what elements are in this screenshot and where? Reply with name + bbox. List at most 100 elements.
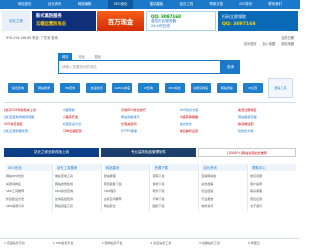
column-link[interactable]: CMS程序 xyxy=(104,188,150,196)
column-link[interactable]: 建站教程 xyxy=(104,173,150,181)
column-link[interactable]: 外链建设方法 xyxy=(6,196,52,204)
column-link[interactable]: 关键词排名 xyxy=(6,181,52,189)
news-row: [热]云服务器优惠 CDN加速配置 HTTPS部署 域名解析设置 防攻击方案 xyxy=(0,128,300,133)
search-button[interactable]: 查询 xyxy=(221,60,240,74)
news-link[interactable]: ASO优化方案 xyxy=(180,107,238,112)
news-link[interactable]: 移动端适配 xyxy=(238,121,296,126)
column-link[interactable]: 域名查询工具 xyxy=(55,173,101,181)
promo-banner-3[interactable]: [10000+]网站资源站长推荐 xyxy=(198,148,296,157)
column-title[interactable]: 站长工具推荐 xyxy=(54,164,101,171)
nav-item[interactable]: 联系我们 xyxy=(268,0,282,9)
column-link[interactable]: 源码下载 xyxy=(152,173,198,181)
nav-item[interactable]: SEO优化 xyxy=(107,0,134,9)
search-input[interactable]: 请输入您要查询的域名 xyxy=(58,60,221,74)
column-link[interactable]: 互联网动态 xyxy=(201,173,247,181)
tool-button[interactable]: IP查询 xyxy=(138,83,159,93)
column-link[interactable]: 软件下载 xyxy=(152,188,198,196)
tool-button[interactable]: IP反查 xyxy=(242,83,263,93)
ad-banner-2[interactable]: 百万现金 xyxy=(97,11,144,31)
nav-item[interactable]: 网络编辑 xyxy=(78,0,92,9)
column-link[interactable]: 友情链接检测 xyxy=(55,196,101,204)
news-link[interactable]: 长尾关键词 xyxy=(121,121,179,126)
column-link[interactable]: SEO工具推荐 xyxy=(6,188,52,196)
quick-link[interactable]: 设为首页 xyxy=(244,41,257,46)
more-tools-button[interactable]: 更多工具 xyxy=(268,78,293,98)
column-title[interactable]: 帮助中心 xyxy=(250,164,296,171)
tool-button[interactable]: PR查询 xyxy=(60,83,81,93)
ranking-item[interactable]: 3 搜狗站长平台 xyxy=(102,241,150,248)
column-link[interactable]: 主机空间推荐 xyxy=(104,196,150,204)
tool-button[interactable]: ALEXA排名 xyxy=(112,83,133,93)
ranking-item[interactable]: 4 必应站长工具 xyxy=(150,241,198,248)
column-link[interactable]: 网页模板下载 xyxy=(104,181,150,189)
news-link[interactable]: 免费注册域名 xyxy=(238,107,296,112)
tool-button[interactable]: 友链检测 xyxy=(86,83,107,93)
column-title[interactable]: 站长资讯 xyxy=(201,164,248,171)
nav-item[interactable]: 站长工具 xyxy=(180,0,194,9)
column-link[interactable]: 站长故事 xyxy=(201,181,247,189)
news-link[interactable]: 网站改版技巧 xyxy=(121,114,179,119)
ranking-item[interactable]: 5 谷歌站长工具 xyxy=(199,241,247,248)
tool-button[interactable]: 综合查询 xyxy=(8,83,29,93)
news-link[interactable]: CDN加速配置 xyxy=(63,128,121,133)
nav-item[interactable]: 网站首页 xyxy=(18,0,32,9)
ranking-item[interactable]: 2 360站长平台 xyxy=(53,241,101,248)
search-tab[interactable]: 网站 xyxy=(58,53,73,60)
news-link[interactable]: 小程序开发 xyxy=(63,114,121,119)
news-link[interactable]: 站内优化 xyxy=(180,121,238,126)
tool-button[interactable]: 网站测速 xyxy=(216,83,237,93)
column-link[interactable]: 意见反馈 xyxy=(250,196,296,204)
tool-button[interactable]: 关键词排名 xyxy=(190,83,211,93)
column-link[interactable]: 关于我们 xyxy=(250,203,296,211)
news-link[interactable]: SEO常见误区 xyxy=(4,121,62,126)
column-link[interactable]: SEO综合查询 xyxy=(55,188,101,196)
column-title[interactable]: 网站建设 xyxy=(103,164,150,171)
tool-button[interactable]: 网站收录 xyxy=(34,83,55,93)
news-link[interactable]: [热]云服务器优惠 xyxy=(4,128,62,133)
column-link[interactable]: 图标下载 xyxy=(152,203,198,211)
nav-item[interactable]: 帮助文档 xyxy=(209,0,223,9)
promo-banner-2[interactable]: 专业高效免费管理软件 xyxy=(101,148,196,157)
column-link[interactable]: 行业报告 xyxy=(201,196,247,204)
news-link[interactable]: [新]百度收录规则调整 xyxy=(4,114,62,119)
news-link[interactable]: 外链建设方法 xyxy=(63,121,121,126)
column-link[interactable]: 网站收录检测 xyxy=(55,181,101,189)
column-link[interactable]: 字体下载 xyxy=(152,196,198,204)
column-link[interactable]: 素材下载 xyxy=(152,181,198,189)
nav-item[interactable]: 站长资讯 xyxy=(48,0,62,9)
column-title[interactable]: 资源下载 xyxy=(152,164,199,171)
tool-button[interactable]: SEO综合 xyxy=(164,83,185,93)
quick-links: 设为首页 加入收藏 网站地图 xyxy=(244,41,294,46)
search-tab[interactable]: 站长 xyxy=(91,53,105,60)
news-link[interactable]: 内容更新 xyxy=(63,107,121,112)
ad-banner-3[interactable]: QQ: 3097168 高性价比服务器 24小时在线 xyxy=(146,11,216,31)
nav-item[interactable]: 建站模板 xyxy=(150,0,164,9)
column-link[interactable]: 常见问题 xyxy=(250,173,296,181)
news-link[interactable]: HTTPS部署 xyxy=(121,128,179,133)
ad-banner-1[interactable]: 新式高防服务 云端运营防攻击 xyxy=(32,11,96,31)
news-link[interactable]: 网站备案流程 xyxy=(238,114,296,119)
news-link[interactable]: 防攻击方案 xyxy=(238,128,296,133)
news-link[interactable]: 内容营销策略 xyxy=(180,114,238,119)
column-link[interactable]: 网站安全 xyxy=(104,203,150,211)
column-link[interactable]: 网站测速工具 xyxy=(55,203,101,211)
nav-item[interactable]: IDC快讯 xyxy=(239,0,252,9)
column-link[interactable]: SEO案例分享 xyxy=(6,203,52,211)
news-link[interactable]: 域名解析设置 xyxy=(180,128,238,133)
column-link[interactable]: 用户指南 xyxy=(250,181,296,189)
promo-banner-1[interactable]: 站长之家全新改版上线 xyxy=(4,148,99,157)
site-logo[interactable]: 站长之家 xyxy=(2,11,30,31)
search-tab[interactable]: 行业 xyxy=(74,53,88,60)
column-link[interactable]: 网站SEO优化 xyxy=(6,173,52,181)
quick-link[interactable]: 网站地图 xyxy=(281,41,294,46)
ranking-item[interactable]: 6 阿里云 xyxy=(248,241,296,248)
news-link[interactable]: [新]2019年新版本上线 xyxy=(4,107,62,112)
ranking-item[interactable]: 1 百度站长平台 xyxy=(4,241,52,248)
column-link[interactable]: 联系客服 xyxy=(250,188,296,196)
ad-banner-4[interactable]: 扫码立即领取 QQ: 3097168 xyxy=(218,11,298,31)
column-title[interactable]: SEO优化 xyxy=(6,164,52,171)
news-link[interactable]: 高效SEO优化技巧 xyxy=(121,107,179,112)
column-link[interactable]: 电商资讯 xyxy=(201,203,247,211)
column-link[interactable]: 创业经验 xyxy=(201,188,247,196)
quick-link[interactable]: 加入收藏 xyxy=(263,41,276,46)
